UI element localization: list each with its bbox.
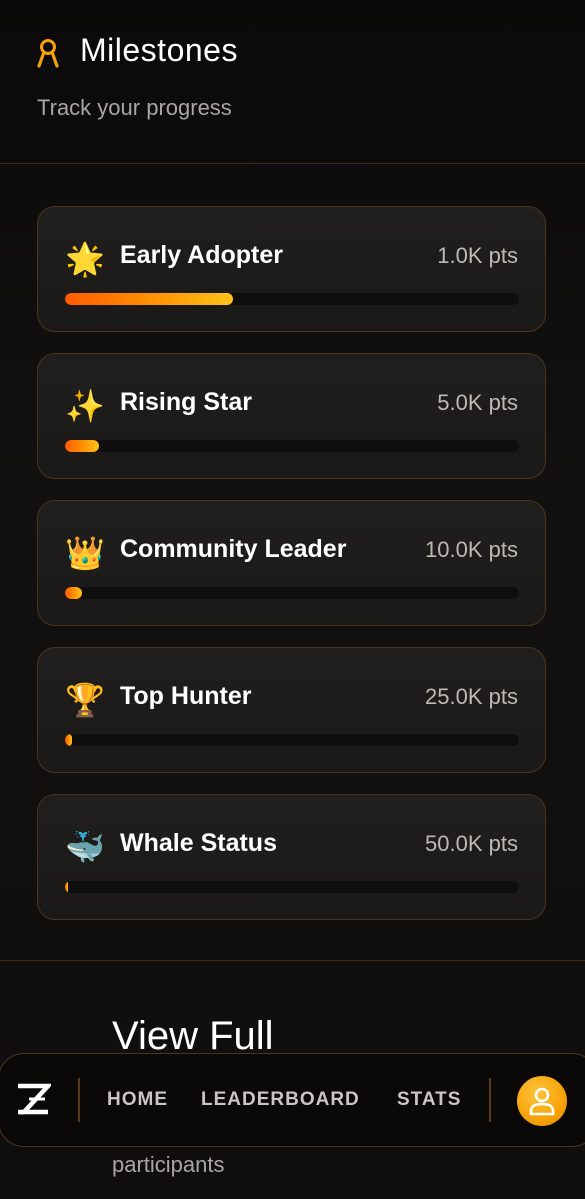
- milestone-card-early-adopter[interactable]: 🌟 Early Adopter 1.0K pts: [37, 206, 546, 332]
- page-title: Milestones: [80, 32, 238, 68]
- bottom-nav-bar: HOME LEADERBOARD STATS: [0, 1053, 585, 1147]
- z-logo-icon[interactable]: [15, 1082, 51, 1118]
- milestone-title: Rising Star: [120, 388, 252, 416]
- progress-bar-fill: [65, 881, 69, 893]
- milestone-points: 1.0K pts: [437, 243, 518, 268]
- ribbon-icon: [37, 39, 59, 68]
- progress-track: [65, 881, 519, 893]
- profile-avatar-button[interactable]: [517, 1076, 567, 1126]
- milestone-title: Whale Status: [120, 829, 277, 857]
- progress-bar-fill: [65, 587, 82, 599]
- user-icon: [529, 1087, 555, 1116]
- milestone-points: 25.0K pts: [425, 684, 518, 709]
- nav-item-home[interactable]: HOME: [107, 1089, 168, 1111]
- progress-bar-fill: [65, 293, 233, 305]
- page-subtitle: Track your progress: [37, 95, 232, 120]
- milestone-list: 🌟 Early Adopter 1.0K pts ✨ Rising Star 5…: [37, 206, 546, 941]
- crown-icon: 👑: [65, 534, 105, 572]
- whale-icon: 🐳: [65, 828, 105, 866]
- progress-track: [65, 293, 519, 305]
- progress-track: [65, 440, 519, 452]
- participants-label: participants: [112, 1152, 225, 1177]
- glowing-star-icon: 🌟: [65, 240, 105, 278]
- sparkles-icon: ✨: [65, 387, 105, 425]
- milestone-points: 5.0K pts: [437, 390, 518, 415]
- progress-bar-fill: [65, 440, 100, 452]
- milestone-points: 10.0K pts: [425, 537, 518, 562]
- nav-separator: [78, 1078, 80, 1122]
- nav-item-leaderboard[interactable]: LEADERBOARD: [201, 1089, 360, 1111]
- nav-separator: [489, 1078, 491, 1122]
- milestone-card-top-hunter[interactable]: 🏆 Top Hunter 25.0K pts: [37, 647, 546, 773]
- milestone-title: Top Hunter: [120, 682, 252, 710]
- milestones-screen: Milestones Track your progress 🌟 Early A…: [0, 0, 585, 1199]
- milestone-card-rising-star[interactable]: ✨ Rising Star 5.0K pts: [37, 353, 546, 479]
- progress-bar-fill: [65, 734, 72, 746]
- progress-track: [65, 587, 519, 599]
- progress-track: [65, 734, 519, 746]
- section-divider: [0, 960, 585, 961]
- nav-item-stats[interactable]: STATS: [397, 1089, 461, 1111]
- milestone-points: 50.0K pts: [425, 831, 518, 856]
- milestones-header: Milestones Track your progress: [0, 0, 585, 164]
- milestone-title: Community Leader: [120, 535, 347, 563]
- milestone-card-whale-status[interactable]: 🐳 Whale Status 50.0K pts: [37, 794, 546, 920]
- milestone-title: Early Adopter: [120, 241, 284, 269]
- milestone-card-community-leader[interactable]: 👑 Community Leader 10.0K pts: [37, 500, 546, 626]
- trophy-icon: 🏆: [65, 681, 105, 719]
